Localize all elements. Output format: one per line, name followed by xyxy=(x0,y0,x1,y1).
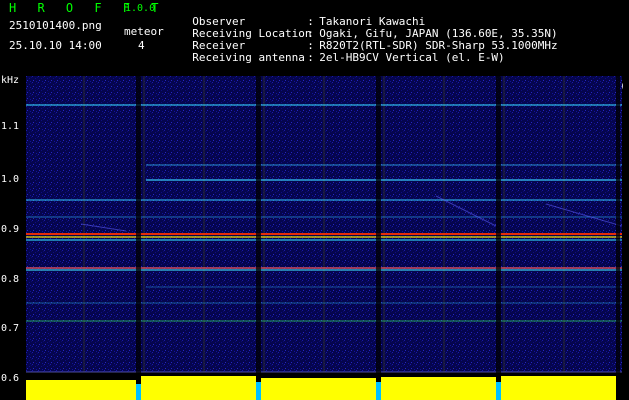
spectrogram xyxy=(26,76,622,400)
info-row-antenna: Receiving antenna:2el-HB9CV Vertical (el… xyxy=(192,51,505,64)
spectrogram-canvas xyxy=(26,76,622,400)
meteor-label: meteor xyxy=(124,25,164,38)
info-value: 2el-HB9CV Vertical (el. E-W) xyxy=(319,51,505,64)
y-tick-label: 0.7 xyxy=(1,323,20,334)
y-tick-label: 1.0 xyxy=(1,174,20,185)
meteor-count: 4 xyxy=(138,39,145,52)
power-bar xyxy=(26,376,616,400)
info-key: Receiving antenna xyxy=(192,51,305,64)
y-tick-label: 1.1 xyxy=(1,121,20,132)
y-tick-label: 0.8 xyxy=(1,274,20,285)
unit-label: kHz xyxy=(1,75,20,86)
datetime: 25.10.10 14:00 xyxy=(9,39,102,52)
y-tick-label: 0.9 xyxy=(1,224,20,235)
file-name: 2510101400.png xyxy=(9,19,102,32)
version-label: 1.0.0 xyxy=(125,3,156,14)
y-tick-label: 0.6 xyxy=(1,373,20,384)
